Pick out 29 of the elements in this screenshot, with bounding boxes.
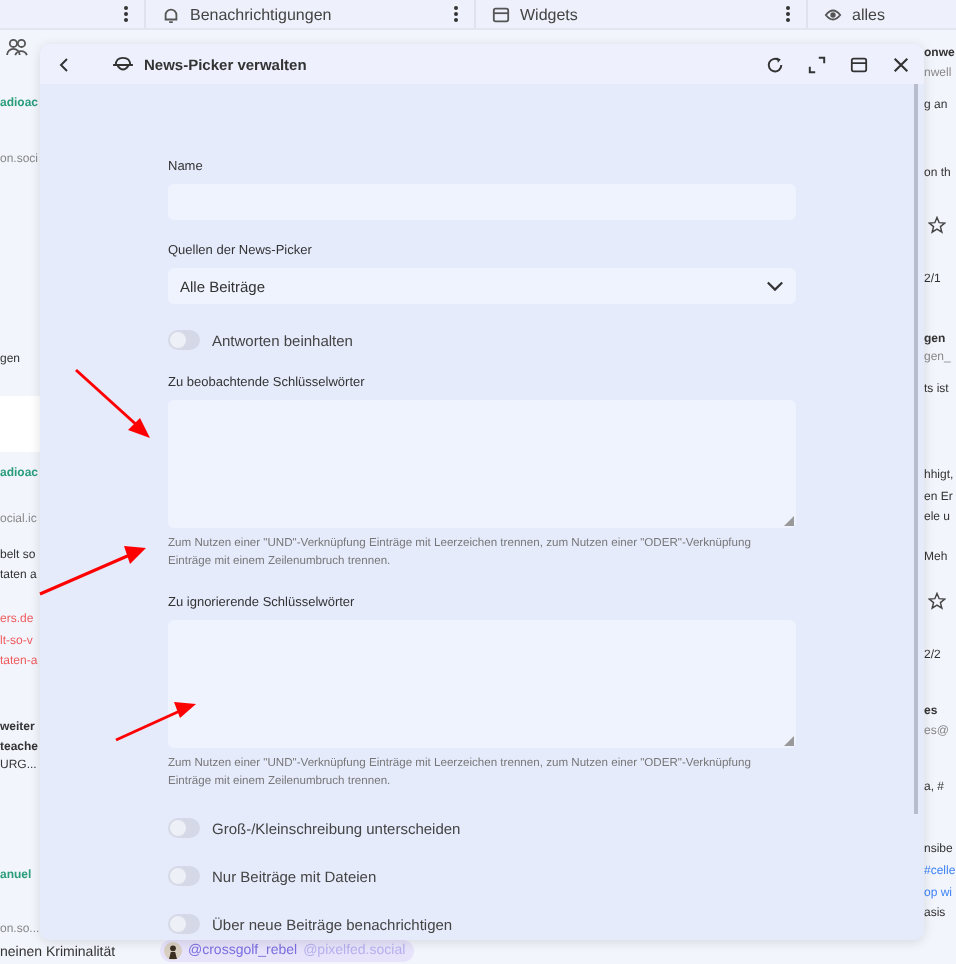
column-title[interactable]: Benachrichtigungen <box>190 5 444 23</box>
back-icon <box>58 55 70 73</box>
chevron-down-icon <box>766 280 784 292</box>
toggle-switch[interactable] <box>168 914 200 934</box>
avatar-icon <box>164 942 182 960</box>
arrow <box>115 702 196 742</box>
bell-icon <box>162 5 180 23</box>
star-icon[interactable] <box>928 592 946 610</box>
eye-icon <box>824 5 842 23</box>
window-icon <box>492 5 510 23</box>
toggle-switch[interactable] <box>168 818 200 838</box>
resize-grip-icon[interactable] <box>784 516 794 526</box>
star-icon[interactable] <box>928 216 946 234</box>
resize-grip-icon[interactable] <box>784 736 794 746</box>
column-title[interactable]: Widgets <box>520 5 776 23</box>
keywords-field[interactable] <box>168 620 796 748</box>
arrow <box>75 368 150 438</box>
close-icon <box>892 55 910 73</box>
people-icon[interactable] <box>6 38 28 56</box>
hat-icon <box>112 55 134 73</box>
scrollbar[interactable] <box>914 84 918 814</box>
reload-icon <box>766 55 784 73</box>
column-title[interactable]: alles <box>852 5 940 23</box>
keywords-field[interactable] <box>168 400 796 528</box>
toggle-switch[interactable] <box>168 330 200 350</box>
expand-icon <box>808 55 826 73</box>
toggle-switch[interactable] <box>168 866 200 886</box>
window-icon <box>850 55 868 73</box>
arrow <box>39 546 146 596</box>
